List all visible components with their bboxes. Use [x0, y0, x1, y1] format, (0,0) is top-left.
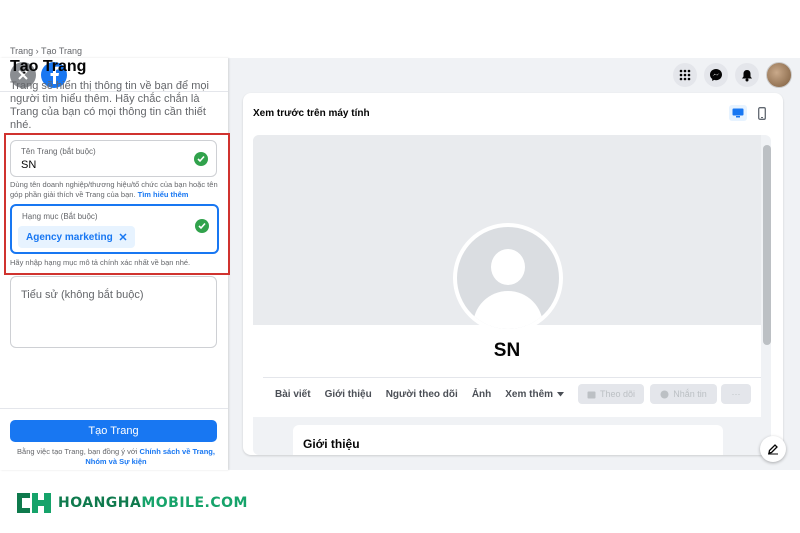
learn-more-link[interactable]: Tìm hiểu thêm — [138, 190, 189, 199]
preview-canvas: SN Bài viết Giới thiệu Người theo dõi Ản… — [253, 135, 771, 455]
desktop-icon — [732, 108, 744, 118]
about-card: Giới thiệu — [293, 425, 723, 455]
bio-placeholder: Tiểu sử (không bắt buộc) — [21, 289, 144, 301]
bell-icon — [742, 69, 752, 81]
about-title: Giới thiệu — [303, 437, 360, 451]
tab-photos[interactable]: Ảnh — [472, 389, 491, 400]
preview-page-name: SN — [493, 340, 521, 361]
watermark-text: HOANGHAMOBILE.COM — [58, 495, 248, 511]
check-icon — [195, 219, 209, 233]
tab-more[interactable]: Xem thêm — [505, 389, 565, 400]
terms-prefix: Bằng việc tạo Trang, bạn đồng ý với — [17, 447, 138, 456]
messenger-icon — [710, 69, 722, 81]
edit-icon — [768, 444, 778, 455]
category-help: Hãy nhập hạng mục mô tả chính xác nhất v… — [10, 258, 191, 267]
tab-followers[interactable]: Người theo dõi — [386, 389, 458, 400]
category-field[interactable]: Hạng mục (Bắt buộc) Agency marketing — [10, 204, 219, 254]
preview-scrollbar[interactable] — [763, 145, 771, 345]
preview-title: Xem trước trên máy tính — [253, 108, 370, 119]
edit-button[interactable] — [760, 436, 786, 462]
messenger-button[interactable] — [704, 63, 728, 87]
tab-about[interactable]: Giới thiệu — [325, 389, 372, 400]
hoanghamobile-watermark: HOANGHAMOBILE.COM — [14, 490, 248, 516]
category-chip-label: Agency marketing — [26, 231, 113, 243]
page-title: Tạo Trang — [10, 58, 87, 75]
page-description: Trang sẽ hiển thị thông tin về bạn để mọ… — [10, 80, 209, 131]
tab-more-label: Xem thêm — [505, 389, 554, 400]
page-name-label: Tên Trang (bắt buộc) — [21, 147, 96, 156]
tab-posts[interactable]: Bài viết — [275, 389, 311, 400]
avatar-body-shape — [473, 291, 543, 329]
menu-button[interactable] — [673, 63, 697, 87]
bio-field[interactable]: Tiểu sử (không bắt buộc) — [10, 276, 217, 348]
page-name-field[interactable]: Tên Trang (bắt buộc) SN — [10, 140, 217, 177]
follow-label: Theo dõi — [599, 389, 636, 399]
notifications-button[interactable] — [735, 63, 759, 87]
page-name-value[interactable]: SN — [21, 159, 36, 171]
more-options-button[interactable]: ··· — [721, 384, 751, 404]
create-page-button[interactable]: Tạo Trang — [10, 420, 217, 442]
check-icon — [194, 152, 208, 166]
grid-icon — [679, 69, 691, 81]
message-button[interactable]: Nhắn tin — [650, 384, 717, 404]
follow-button[interactable]: Theo dõi — [578, 384, 644, 404]
avatar-head-shape — [491, 249, 525, 285]
avatar[interactable] — [766, 62, 792, 88]
profile-picture — [453, 223, 563, 333]
follow-icon — [587, 391, 596, 398]
top-nav-icons — [673, 62, 792, 88]
remove-chip-icon[interactable] — [119, 233, 127, 241]
mobile-view-button[interactable] — [755, 105, 769, 121]
mobile-icon — [758, 106, 766, 120]
top-band — [0, 0, 800, 58]
terms-text: Bằng việc tạo Trang, bạn đồng ý với Chín… — [10, 447, 222, 467]
page-name-help: Dùng tên doanh nghiệp/thương hiệu/tổ chứ… — [10, 180, 222, 200]
desktop-preview-card: Xem trước trên máy tính SN Bài viết Giới… — [243, 93, 783, 455]
messenger-icon — [660, 390, 669, 398]
caret-down-icon — [557, 392, 565, 397]
message-label: Nhắn tin — [673, 389, 707, 399]
category-chip[interactable]: Agency marketing — [18, 226, 135, 248]
category-label: Hạng mục (Bắt buộc) — [22, 212, 98, 221]
breadcrumb[interactable]: Trang › Tạo Trang — [10, 46, 82, 56]
hoanghamobile-logo-icon — [17, 493, 51, 513]
desktop-view-button[interactable] — [729, 105, 747, 121]
